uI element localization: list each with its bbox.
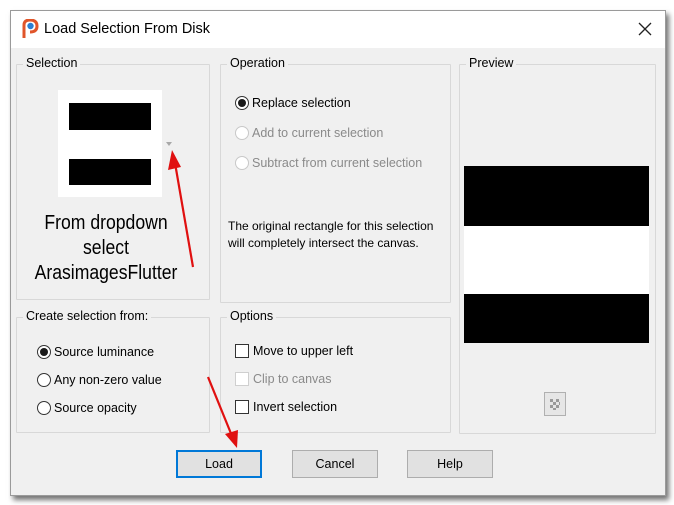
- checkbox-invert-selection[interactable]: Invert selection: [235, 400, 337, 414]
- checkerboard-icon[interactable]: [544, 392, 566, 416]
- title-bar: Load Selection From Disk: [11, 11, 665, 48]
- checkbox-label: Invert selection: [253, 400, 338, 414]
- checkbox-label: Move to upper left: [253, 344, 354, 358]
- radio-label: Source opacity: [54, 401, 137, 415]
- radio-label: Replace selection: [252, 96, 351, 110]
- operation-legend: Operation: [227, 56, 288, 70]
- radio-replace-selection[interactable]: Replace selection: [235, 96, 351, 110]
- selection-thumbnail[interactable]: [58, 90, 162, 197]
- checkbox-move-upper-left[interactable]: Move to upper left: [235, 344, 353, 358]
- annotation-line-2: select: [83, 237, 129, 259]
- cancel-button[interactable]: Cancel: [292, 450, 378, 478]
- radio-label: Add to current selection: [252, 126, 384, 140]
- options-legend: Options: [227, 309, 277, 323]
- radio-source-luminance[interactable]: Source luminance: [37, 345, 154, 359]
- radio-button[interactable]: [37, 401, 51, 415]
- radio-label: Subtract from current selection: [252, 156, 423, 170]
- annotation-line-1: From dropdown: [44, 212, 168, 234]
- checkbox-label: Clip to canvas: [253, 372, 332, 386]
- radio-source-opacity[interactable]: Source opacity: [37, 401, 137, 415]
- chevron-down-icon[interactable]: [164, 140, 174, 148]
- window-title: Load Selection From Disk: [44, 21, 211, 37]
- radio-add-to-selection[interactable]: Add to current selection: [235, 126, 383, 140]
- close-icon[interactable]: [633, 17, 657, 41]
- radio-button[interactable]: [235, 96, 249, 110]
- checkbox[interactable]: [235, 372, 249, 386]
- radio-button[interactable]: [37, 345, 51, 359]
- checkbox[interactable]: [235, 400, 249, 414]
- radio-label: Source luminance: [54, 345, 155, 359]
- radio-subtract-from-selection[interactable]: Subtract from current selection: [235, 156, 422, 170]
- radio-button[interactable]: [235, 156, 249, 170]
- operation-message: The original rectangle for this selectio…: [228, 219, 434, 250]
- checkbox[interactable]: [235, 344, 249, 358]
- radio-button[interactable]: [37, 373, 51, 387]
- annotation-text: From dropdown select ArasimagesFlutter: [27, 211, 185, 286]
- create-from-legend: Create selection from:: [23, 309, 152, 323]
- preview-legend: Preview: [466, 56, 517, 70]
- load-button[interactable]: Load: [176, 450, 262, 478]
- help-button[interactable]: Help: [407, 450, 493, 478]
- radio-any-non-zero[interactable]: Any non-zero value: [37, 373, 162, 387]
- preview-image: [464, 166, 649, 343]
- selection-legend: Selection: [23, 56, 81, 70]
- radio-button[interactable]: [235, 126, 249, 140]
- radio-label: Any non-zero value: [54, 373, 162, 387]
- annotation-line-3: ArasimagesFlutter: [34, 262, 178, 284]
- checkbox-clip-to-canvas[interactable]: Clip to canvas: [235, 372, 332, 386]
- paintshop-pro-icon: [22, 19, 39, 38]
